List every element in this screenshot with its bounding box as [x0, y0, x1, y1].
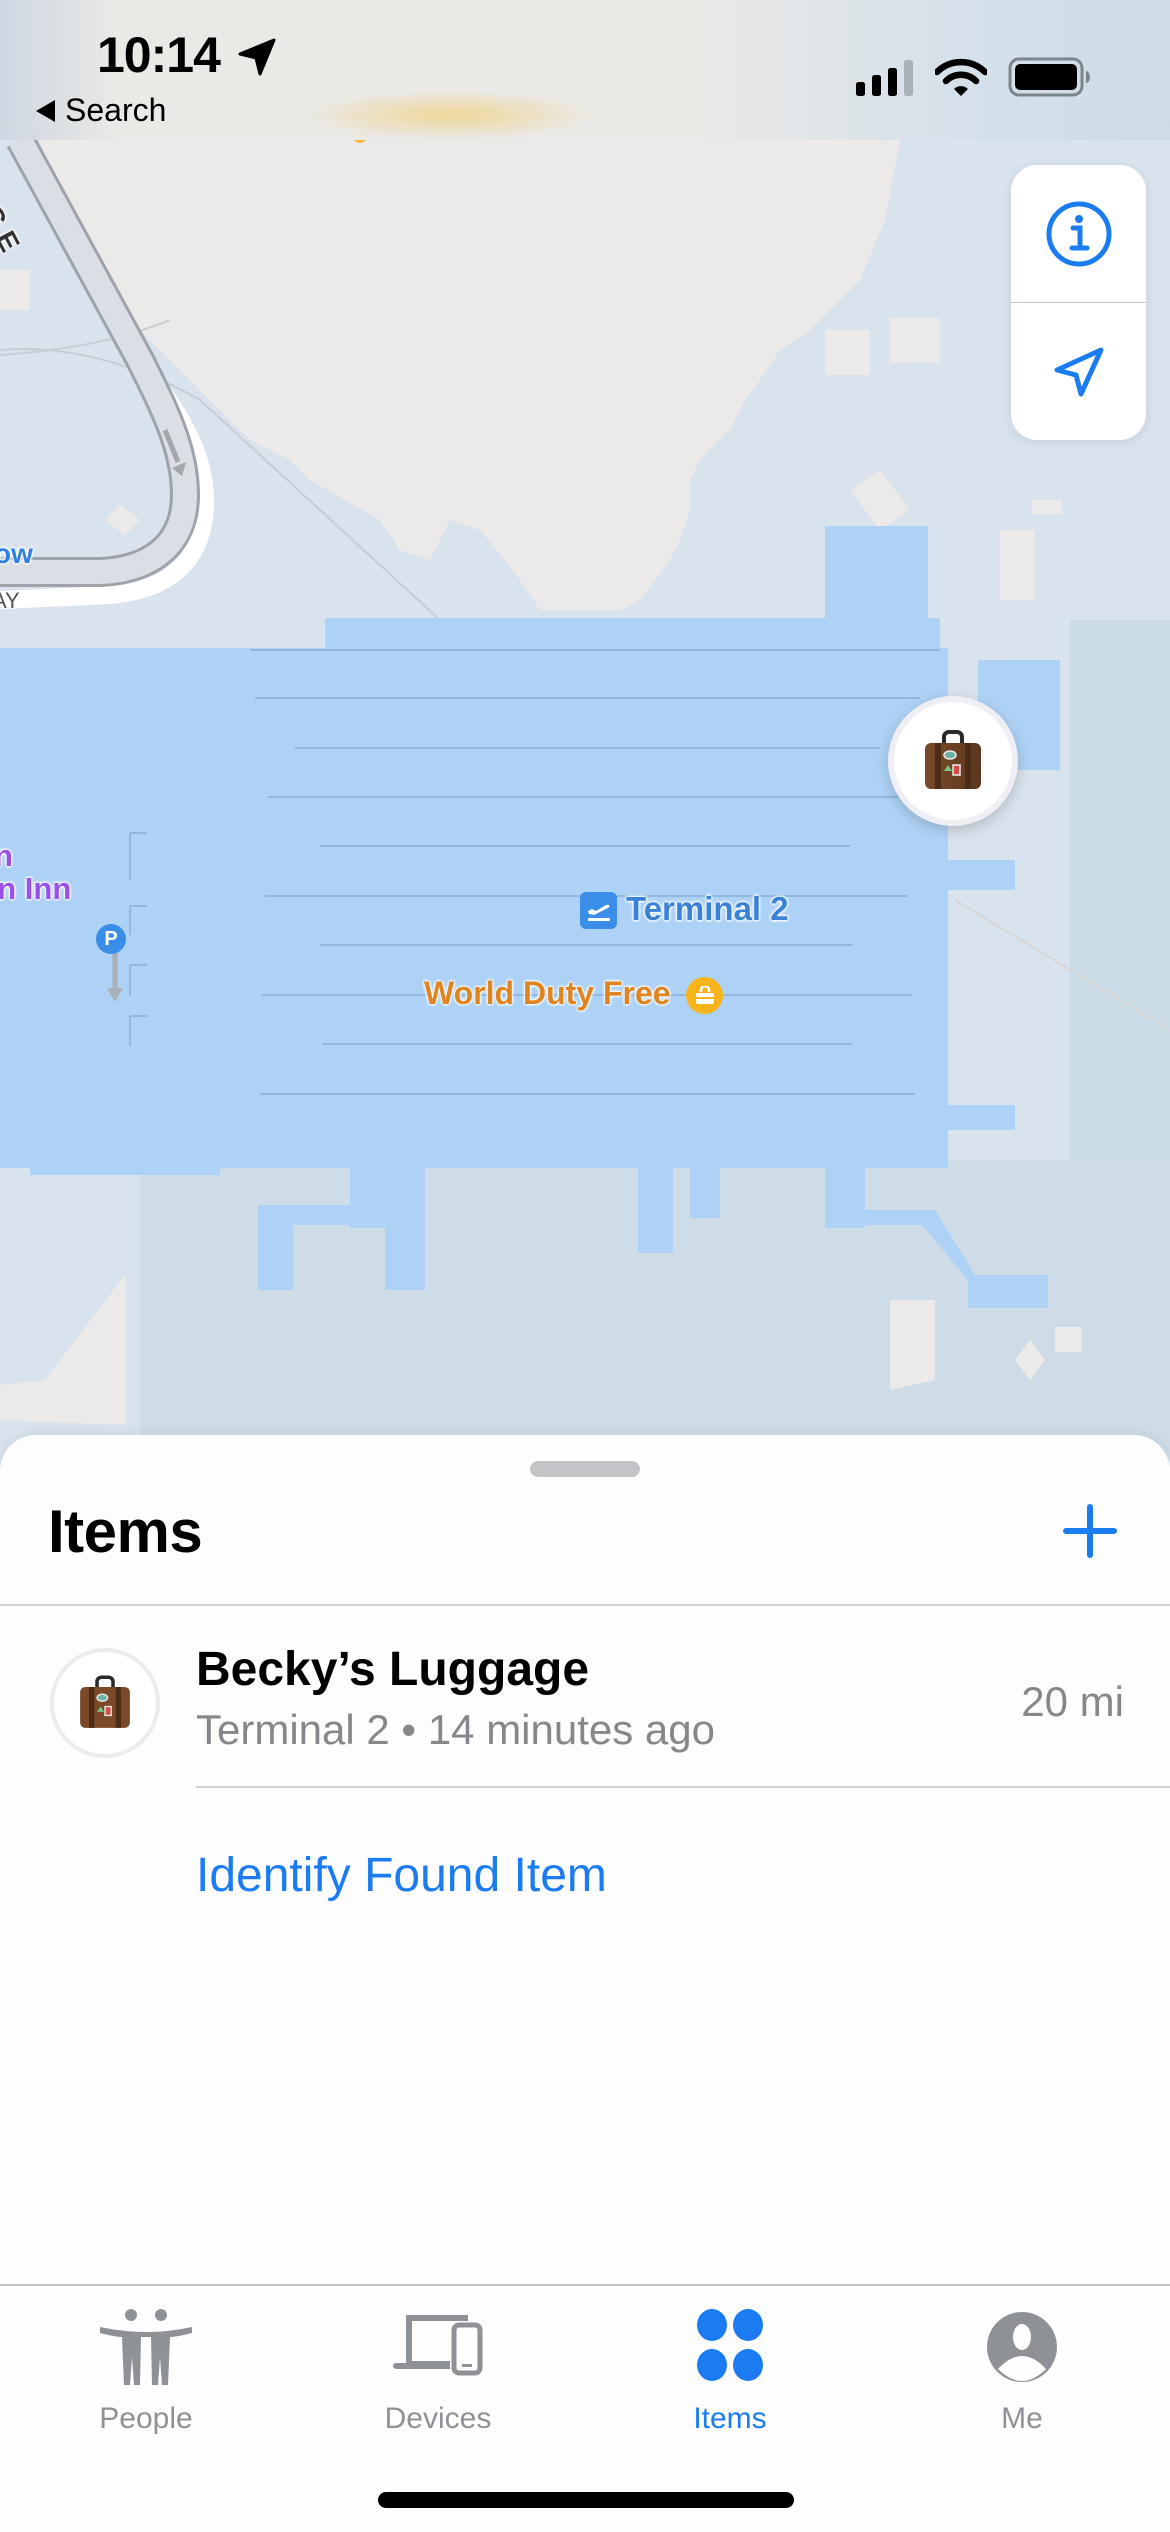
duty-free-label[interactable]: World Duty Free: [424, 975, 671, 1012]
item-separator: •: [401, 1706, 417, 1753]
road-label[interactable]: ow: [0, 538, 33, 570]
item-name: Becky’s Luggage: [196, 1643, 590, 1696]
airplane-glyph: [587, 904, 610, 921]
parking-icon[interactable]: P: [96, 924, 126, 954]
locate-me-button[interactable]: [1011, 303, 1146, 440]
map-building: [0, 1275, 125, 1425]
tab-devices[interactable]: Devices: [338, 2302, 538, 2436]
map-building: [1055, 1327, 1082, 1352]
home-indicator[interactable]: [378, 2492, 794, 2508]
cellular-signal-icon: [856, 60, 913, 96]
battery-icon: [1008, 57, 1090, 97]
back-to-search-button[interactable]: Search: [36, 92, 166, 129]
location-arrow-icon: [1054, 347, 1103, 396]
plus-icon: [1063, 1504, 1117, 1558]
item-location: Terminal 2: [196, 1706, 390, 1753]
map-building: [825, 330, 870, 375]
bag-glyph: [695, 985, 714, 1004]
tab-label: Me: [1001, 2402, 1043, 2435]
item-distance: 20 mi: [1021, 1678, 1124, 1725]
suitcase-icon: [80, 1675, 130, 1728]
tab-people[interactable]: People: [46, 2302, 246, 2436]
map-building: [890, 318, 940, 363]
item-time-ago: 14 minutes ago: [427, 1706, 716, 1753]
shopping-bag-icon[interactable]: [686, 977, 723, 1014]
map-water-area: [1070, 620, 1170, 1160]
parking-symbol: P: [104, 928, 118, 950]
back-label: Search: [65, 92, 167, 128]
people-icon: [100, 2309, 192, 2385]
list-item[interactable]: Becky’s Luggage Terminal 2 • 14 minutes …: [0, 1606, 1170, 1786]
map-building: [1032, 500, 1062, 514]
suitcase-icon: [925, 730, 981, 789]
tab-label: Items: [693, 2402, 767, 2435]
tab-items[interactable]: Items: [630, 2302, 830, 2436]
list-divider: [196, 1786, 1170, 1788]
sheet-title: Items: [48, 1498, 203, 1565]
map-building: [0, 270, 30, 310]
location-services-icon: [238, 38, 276, 76]
add-item-button[interactable]: [1060, 1501, 1120, 1561]
item-subtitle: Terminal 2 • 14 minutes ago: [196, 1706, 715, 1754]
map-building: [890, 1300, 935, 1390]
status-bar: 10:14 Search: [0, 0, 1170, 140]
tab-label: Devices: [384, 2402, 492, 2435]
hotel-label[interactable]: n: [0, 838, 13, 874]
identify-found-item-link[interactable]: Identify Found Item: [196, 1848, 607, 1903]
devices-icon: [393, 2315, 483, 2376]
airplane-departure-icon[interactable]: [580, 892, 617, 929]
sheet-grabber[interactable]: [530, 1461, 640, 1477]
person-circle-icon: [987, 2312, 1057, 2382]
info-circle-icon: [1046, 201, 1111, 266]
map-building: [1000, 530, 1035, 600]
map-controls: [1011, 165, 1146, 440]
map-info-button[interactable]: [1011, 165, 1146, 302]
item-location-pin[interactable]: [888, 696, 1018, 826]
clock: 10:14: [97, 27, 221, 83]
item-avatar: [50, 1648, 160, 1758]
back-arrow-icon: [36, 99, 55, 122]
wifi-icon: [935, 58, 987, 96]
hotel-label[interactable]: en Inn: [0, 871, 71, 907]
map-view[interactable]: ING E ow AY n en Inn P Terminal 2 World …: [0, 0, 1170, 1460]
terminal-label[interactable]: Terminal 2: [626, 890, 789, 928]
items-icon: [697, 2309, 763, 2381]
map-building: [850, 470, 910, 530]
road-label: AY: [0, 588, 20, 613]
tab-label: People: [99, 2402, 193, 2435]
map-building: [105, 505, 140, 535]
tab-me[interactable]: Me: [922, 2302, 1122, 2436]
status-glow: [300, 90, 600, 140]
